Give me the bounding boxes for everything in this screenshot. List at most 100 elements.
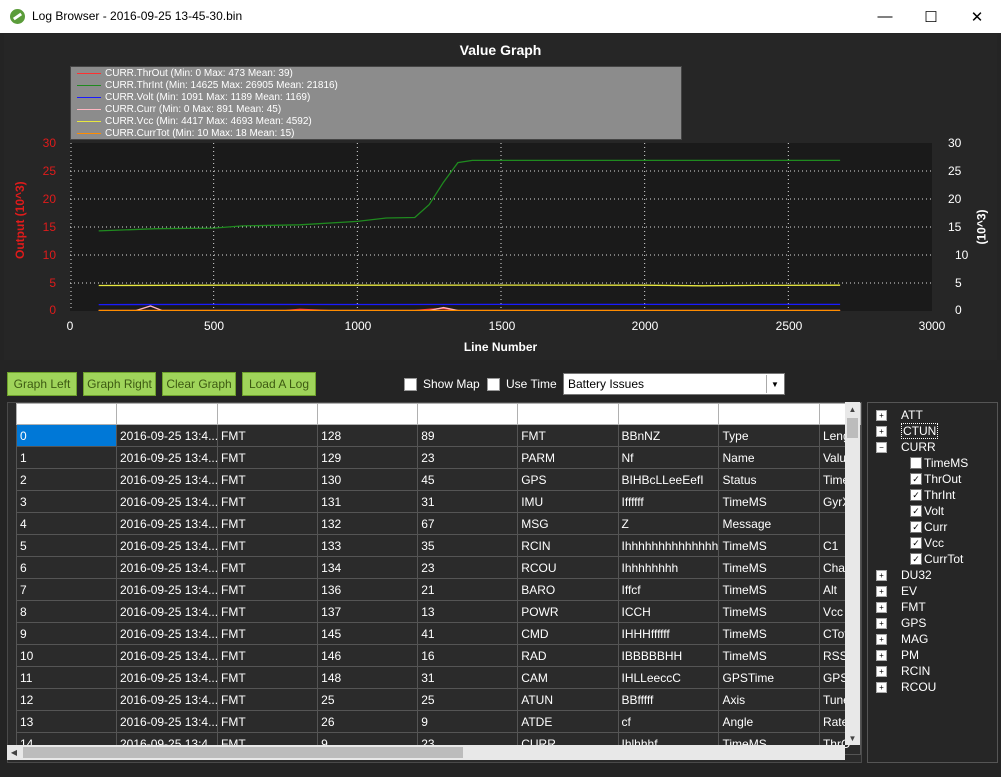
- table-cell[interactable]: 2016-09-25 13:4...: [116, 644, 218, 667]
- column-header[interactable]: [517, 403, 619, 425]
- tree-node[interactable]: + ATT: [876, 407, 923, 423]
- scroll-left-icon[interactable]: ◀: [7, 745, 21, 760]
- expand-icon[interactable]: +: [876, 601, 887, 613]
- graph-right-button[interactable]: Graph Right: [83, 372, 156, 396]
- table-cell[interactable]: 31: [417, 666, 519, 689]
- tree-node[interactable]: + FMT: [876, 599, 926, 615]
- table-cell[interactable]: 2016-09-25 13:4...: [116, 666, 218, 689]
- table-cell[interactable]: BBnNZ: [617, 424, 720, 447]
- table-cell[interactable]: FMT: [216, 666, 319, 689]
- table-cell[interactable]: 2: [16, 468, 117, 491]
- table-cell[interactable]: 2016-09-25 13:4...: [116, 468, 218, 491]
- table-cell[interactable]: 132: [317, 512, 419, 535]
- table-cell[interactable]: 0: [16, 424, 117, 447]
- table-cell[interactable]: IHHHffffff: [617, 622, 720, 645]
- table-cell[interactable]: FMT: [216, 688, 319, 711]
- table-cell[interactable]: FMT: [216, 556, 319, 579]
- expand-icon[interactable]: +: [876, 617, 887, 629]
- table-cell[interactable]: 21: [417, 578, 519, 601]
- table-cell[interactable]: 2016-09-25 13:4...: [116, 534, 218, 557]
- table-cell[interactable]: 10: [16, 644, 117, 667]
- table-cell[interactable]: RCOU: [517, 556, 619, 579]
- maximize-button[interactable]: ☐: [908, 0, 954, 33]
- column-header[interactable]: [16, 403, 117, 425]
- table-row[interactable]: 11 2016-09-25 13:4... FMT 148 31 CAM IHLLeeccC…: [16, 666, 861, 689]
- table-cell[interactable]: 13: [417, 600, 519, 623]
- table-cell[interactable]: 2016-09-25 13:4...: [116, 710, 218, 733]
- tree-node[interactable]: + EV: [876, 583, 917, 599]
- table-cell[interactable]: BIHBcLLeeEefI: [617, 468, 720, 491]
- table-cell[interactable]: Ihhhhhhhhhhhhhh: [617, 534, 720, 557]
- table-cell[interactable]: TimeMS: [718, 534, 820, 557]
- table-row[interactable]: 12 2016-09-25 13:4... FMT 25 25 ATUN BBfffff Ax…: [16, 688, 861, 711]
- table-row[interactable]: 1 2016-09-25 13:4... FMT 129 23 PARM Nf Name Val…: [16, 446, 861, 469]
- table-cell[interactable]: 145: [317, 622, 419, 645]
- table-cell[interactable]: POWR: [517, 600, 619, 623]
- table-cell[interactable]: 12: [16, 688, 117, 711]
- column-header[interactable]: [216, 403, 319, 425]
- use-time-checkbox[interactable]: [487, 378, 500, 391]
- table-row[interactable]: 8 2016-09-25 13:4... FMT 137 13 POWR ICCH TimeM…: [16, 600, 861, 623]
- table-cell[interactable]: FMT: [216, 622, 319, 645]
- table-cell[interactable]: Message: [718, 512, 820, 535]
- table-cell[interactable]: 130: [317, 468, 419, 491]
- table-cell[interactable]: RAD: [517, 644, 619, 667]
- table-cell[interactable]: Nf: [617, 446, 720, 469]
- table-cell[interactable]: TimeMS: [718, 644, 820, 667]
- table-cell[interactable]: 148: [317, 666, 419, 689]
- table-cell[interactable]: 133: [317, 534, 419, 557]
- table-cell[interactable]: Ihhhhhhhh: [617, 556, 720, 579]
- table-cell[interactable]: 146: [317, 644, 419, 667]
- table-cell[interactable]: 89: [417, 424, 519, 447]
- table-cell[interactable]: ATDE: [517, 710, 619, 733]
- table-cell[interactable]: GPS: [517, 468, 619, 491]
- table-cell[interactable]: 31: [417, 490, 519, 513]
- field-checkbox[interactable]: ✓: [910, 473, 922, 485]
- table-cell[interactable]: 2016-09-25 13:4...: [116, 424, 218, 447]
- collapse-icon[interactable]: −: [876, 441, 887, 453]
- scroll-up-icon[interactable]: ▲: [845, 402, 860, 416]
- expand-icon[interactable]: +: [876, 665, 887, 677]
- table-row[interactable]: 7 2016-09-25 13:4... FMT 136 21 BARO Iffcf Time…: [16, 578, 861, 601]
- value-graph-plot[interactable]: [70, 143, 932, 311]
- scroll-down-icon[interactable]: ▼: [845, 731, 860, 745]
- table-cell[interactable]: Iffffff: [617, 490, 720, 513]
- show-map-checkbox[interactable]: [404, 378, 417, 391]
- table-row[interactable]: 4 2016-09-25 13:4... FMT 132 67 MSG Z Message: [16, 512, 861, 535]
- column-header[interactable]: [116, 403, 218, 425]
- table-cell[interactable]: TimeMS: [718, 490, 820, 513]
- table-cell[interactable]: 2016-09-25 13:4...: [116, 600, 218, 623]
- table-cell[interactable]: 136: [317, 578, 419, 601]
- table-cell[interactable]: 5: [16, 534, 117, 557]
- table-cell[interactable]: Type: [718, 424, 820, 447]
- table-row[interactable]: 2 2016-09-25 13:4... FMT 130 45 GPS BIHBcLLeeE…: [16, 468, 861, 491]
- log-data-grid[interactable]: 0 2016-09-25 13:4... FMT 128 89 FMT BBnNZ Type L…: [7, 402, 862, 763]
- table-cell[interactable]: 35: [417, 534, 519, 557]
- table-cell[interactable]: 128: [317, 424, 419, 447]
- table-cell[interactable]: BARO: [517, 578, 619, 601]
- table-cell[interactable]: 4: [16, 512, 117, 535]
- table-row[interactable]: 3 2016-09-25 13:4... FMT 131 31 IMU Iffffff Tim…: [16, 490, 861, 513]
- expand-icon[interactable]: +: [876, 633, 887, 645]
- expand-icon[interactable]: +: [876, 425, 887, 437]
- column-header[interactable]: [417, 403, 519, 425]
- field-checkbox[interactable]: ✓: [910, 505, 922, 517]
- table-cell[interactable]: 2016-09-25 13:4...: [116, 490, 218, 513]
- expand-icon[interactable]: +: [876, 409, 887, 421]
- minimize-button[interactable]: —: [862, 0, 908, 33]
- table-cell[interactable]: IHLLeeccC: [617, 666, 720, 689]
- expand-icon[interactable]: +: [876, 585, 887, 597]
- table-row[interactable]: 5 2016-09-25 13:4... FMT 133 35 RCIN Ihhhhhhhh…: [16, 534, 861, 557]
- table-cell[interactable]: MSG: [517, 512, 619, 535]
- table-cell[interactable]: IMU: [517, 490, 619, 513]
- table-cell[interactable]: Z: [617, 512, 720, 535]
- clear-graph-button[interactable]: Clear Graph: [162, 372, 236, 396]
- table-cell[interactable]: 6: [16, 556, 117, 579]
- tree-node[interactable]: ✓ Volt: [910, 503, 944, 519]
- tree-node[interactable]: − CURR: [876, 439, 936, 455]
- table-cell[interactable]: 25: [317, 688, 419, 711]
- table-cell[interactable]: IBBBBBHH: [617, 644, 720, 667]
- table-cell[interactable]: 2016-09-25 13:4...: [116, 556, 218, 579]
- table-cell[interactable]: FMT: [216, 446, 319, 469]
- table-cell[interactable]: 1: [16, 446, 117, 469]
